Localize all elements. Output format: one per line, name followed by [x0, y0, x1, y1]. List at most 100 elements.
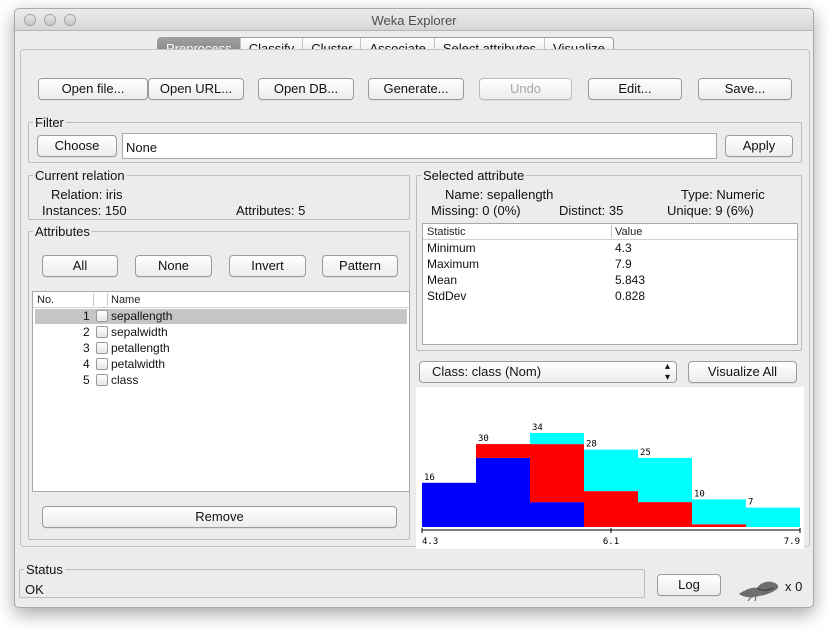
bin-count-label: 25 — [640, 448, 651, 458]
statistic-name: Minimum — [427, 241, 476, 255]
histogram-bar-class-segment-2 — [476, 444, 530, 458]
histogram-bar-class-segment-2 — [638, 502, 692, 527]
selected-attribute-legend: Selected attribute — [423, 168, 525, 183]
histogram-bar-class-segment-1 — [422, 482, 476, 527]
histogram-bar-class-segment-2 — [584, 491, 638, 527]
current-relation-legend: Current relation — [35, 168, 125, 183]
attribute-checkbox[interactable] — [96, 310, 108, 322]
histogram-bar-class-segment-3 — [584, 449, 638, 492]
attribute-name: sepalwidth — [111, 325, 168, 339]
status-group: Status — [19, 562, 645, 598]
column-divider — [611, 225, 612, 238]
attribute-row[interactable]: 5 class — [35, 373, 407, 388]
attribute-number: 1 — [83, 309, 90, 323]
weka-explorer-window: Weka Explorer Preprocess Classify Cluste… — [14, 8, 814, 608]
log-button[interactable]: Log — [657, 574, 721, 596]
invert-selection-button[interactable]: Invert — [229, 255, 306, 277]
status-legend: Status — [26, 562, 63, 577]
column-divider — [107, 293, 108, 306]
header-divider — [33, 307, 409, 308]
column-header-no[interactable]: No. — [37, 294, 54, 306]
bin-count-label: 34 — [532, 423, 543, 433]
apply-filter-button[interactable]: Apply — [725, 135, 793, 157]
histogram-bar-class-segment-1 — [530, 502, 584, 527]
preprocess-panel: Open file... Open URL... Open DB... Gene… — [20, 9, 810, 549]
attribute-name: class — [111, 373, 139, 387]
histogram-bar-class-segment-3 — [746, 507, 800, 527]
attributes-list[interactable]: No. Name 1 sepallength 2 sepalwidth 3 pe… — [32, 291, 410, 492]
attribute-row[interactable]: 3 petallength — [35, 341, 407, 356]
histogram-bar-class-segment-3 — [530, 433, 584, 445]
attribute-number: 4 — [83, 357, 90, 371]
statistic-name: StdDev — [427, 289, 467, 303]
class-histogram: 16 30 34 28 25 10 7 4.3 6.1 7.9 — [421, 423, 801, 547]
filter-value-field[interactable]: None — [122, 133, 717, 159]
axis-tick-label: 6.1 — [603, 537, 619, 547]
pattern-button[interactable]: Pattern — [322, 255, 398, 277]
bin-count-label: 10 — [694, 489, 705, 499]
attribute-checkbox[interactable] — [96, 342, 108, 354]
unique-label: Unique: 9 (6%) — [667, 203, 754, 218]
attribute-checkbox[interactable] — [96, 326, 108, 338]
edit-button[interactable]: Edit... — [588, 78, 682, 100]
attribute-type-label: Type: Numeric — [681, 187, 765, 202]
histogram-panel[interactable]: 16 30 34 28 25 10 7 4.3 6.1 7.9 — [416, 387, 804, 549]
header-divider — [423, 239, 797, 240]
select-all-button[interactable]: All — [42, 255, 118, 277]
attribute-name: petalwidth — [111, 357, 166, 371]
remove-attributes-button[interactable]: Remove — [42, 506, 397, 528]
class-select-value: Class: class (Nom) — [432, 364, 542, 379]
attribute-name-label: Name: sepallength — [445, 187, 554, 202]
attribute-checkbox[interactable] — [96, 374, 108, 386]
distinct-label: Distinct: 35 — [559, 203, 624, 218]
histogram-bar-class-segment-3 — [692, 499, 746, 525]
histogram-bar-class-segment-2 — [692, 524, 746, 527]
histogram-bar-class-segment-1 — [476, 457, 530, 527]
attributes-count-label: Attributes: 5 — [236, 203, 306, 218]
open-file-button[interactable]: Open file... — [38, 78, 148, 100]
attribute-checkbox[interactable] — [96, 358, 108, 370]
statistic-value: 7.9 — [615, 257, 632, 271]
bin-count-label: 16 — [424, 473, 435, 483]
attribute-row[interactable]: 2 sepalwidth — [35, 325, 407, 340]
save-button[interactable]: Save... — [698, 78, 792, 100]
attribute-row[interactable]: 4 petalwidth — [35, 357, 407, 372]
attribute-number: 5 — [83, 373, 90, 387]
relation-label: Relation: iris — [51, 187, 123, 202]
open-url-button[interactable]: Open URL... — [148, 78, 244, 100]
statistic-name: Mean — [427, 273, 458, 287]
filter-legend: Filter — [35, 115, 64, 130]
instances-label: Instances: 150 — [42, 203, 127, 218]
visualize-all-button[interactable]: Visualize All — [688, 361, 797, 383]
statistics-table[interactable]: Statistic Value Minimum 4.3 Maximum 7.9 … — [422, 223, 798, 345]
statistic-name: Maximum — [427, 257, 480, 271]
histogram-bar-class-segment-3 — [638, 457, 692, 503]
chevron-updown-icon: ▴ ▾ — [664, 361, 670, 383]
select-none-button[interactable]: None — [135, 255, 212, 277]
status-text: OK — [25, 582, 44, 597]
undo-button[interactable]: Undo — [479, 78, 572, 100]
column-divider — [93, 293, 94, 306]
statistic-value: 5.843 — [615, 273, 646, 287]
open-db-button[interactable]: Open DB... — [258, 78, 354, 100]
histogram-bar-class-segment-2 — [530, 444, 584, 503]
column-header-value[interactable]: Value — [615, 226, 642, 238]
attribute-name: petallength — [111, 341, 170, 355]
column-header-name[interactable]: Name — [111, 294, 140, 306]
bin-count-label: 30 — [478, 434, 489, 444]
attribute-name: sepallength — [111, 309, 173, 323]
axis-tick-label: 4.3 — [422, 537, 438, 547]
statistic-value: 4.3 — [615, 241, 632, 255]
attributes-legend: Attributes — [35, 224, 90, 239]
bin-count-label: 7 — [748, 498, 753, 508]
generate-button[interactable]: Generate... — [368, 78, 464, 100]
statistic-value: 0.828 — [615, 289, 646, 303]
column-header-statistic[interactable]: Statistic — [427, 226, 466, 238]
missing-label: Missing: 0 (0%) — [431, 203, 521, 218]
axis-tick-label: 7.9 — [784, 537, 800, 547]
bin-count-label: 28 — [586, 440, 597, 450]
running-tasks-count: x 0 — [785, 579, 803, 594]
class-select-dropdown[interactable]: Class: class (Nom) ▴ ▾ — [419, 361, 677, 383]
choose-filter-button[interactable]: Choose — [37, 135, 117, 157]
attribute-row[interactable]: 1 sepallength — [35, 309, 407, 324]
